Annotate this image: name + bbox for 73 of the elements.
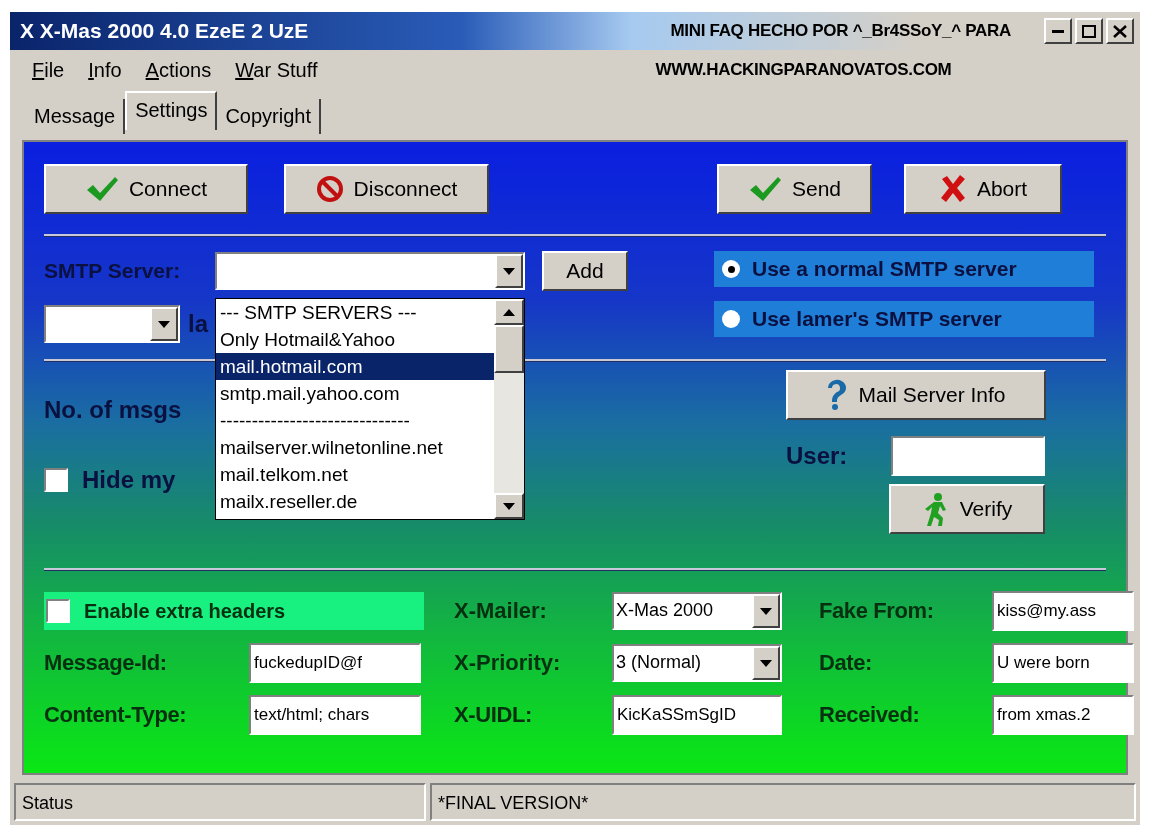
menu-item[interactable]: File [32,58,65,82]
radio-option[interactable]: Use lamer's SMTP server [714,301,1094,337]
scroll-up-icon [503,308,515,316]
header-combo[interactable]: 3 (Normal) [612,644,782,682]
user-label: User: [786,442,849,470]
list-item[interactable]: --- SMTP SERVERS --- [216,299,494,326]
maximize-button[interactable] [1075,18,1103,44]
dropdown-arrow-icon [503,502,515,510]
enable-headers-option[interactable]: Enable extra headers [44,592,424,630]
header-label: X-Mailer: [454,598,548,624]
header-field[interactable]: U were born [992,643,1134,683]
scrollbar[interactable] [494,299,524,519]
header-combo[interactable]: X-Mas 2000 [612,592,782,630]
user-field[interactable] [891,436,1045,476]
header-label: Content-Type: [44,702,188,728]
header-label: X-Priority: [454,650,562,676]
radio-button[interactable] [722,260,740,278]
field-label: la [188,310,208,338]
mail-server-info-button[interactable]: Mail Server Info [786,370,1046,420]
faq-note: WWW.HACKINGPARANOVATOS.COM [655,60,952,80]
question-mark-icon [826,379,849,411]
close-button[interactable] [1106,18,1134,44]
header-field[interactable]: text/html; chars [249,695,421,735]
window-title: X X-Mas 2000 4.0 EzeE 2 UzE [20,19,309,43]
close-icon [1113,24,1127,38]
list-item[interactable]: mail.hotmail.com [216,353,494,380]
smtp-server-label: SMTP Server: [44,259,182,283]
menu-item[interactable]: Actions [145,58,212,82]
header-label: Fake From: [819,598,935,624]
header-label: Message-Id: [44,650,168,676]
dropdown-arrow-icon [760,659,772,667]
header-field[interactable]: fuckedupID@f [249,643,421,683]
tab[interactable]: Message [26,99,126,134]
send-button[interactable]: Send [717,164,872,214]
combo-box[interactable] [44,305,180,343]
radio-option[interactable]: Use a normal SMTP server [714,251,1094,287]
minimize-icon [1052,29,1064,33]
header-label: Received: [819,702,921,728]
disconnect-button[interactable]: Disconnect [284,164,489,214]
menu-item[interactable]: War Stuff [235,58,318,82]
list-item[interactable]: mailx.reseller.de [216,488,494,515]
connect-button[interactable]: Connect [44,164,248,214]
menu-item[interactable]: Info [88,58,122,82]
header-label: Date: [819,650,873,676]
minimize-button[interactable] [1044,18,1072,44]
verify-button[interactable]: Verify [889,484,1045,534]
list-item[interactable]: Only Hotmail&Yahoo [216,326,494,353]
tab[interactable]: Copyright [217,99,322,134]
dropdown-arrow-icon [503,267,515,275]
add-button[interactable]: Add [542,251,628,291]
header-label: X-UIDL: [454,702,533,728]
list-item[interactable]: ------------------------------ [216,407,494,434]
header-field[interactable]: kiss@my.ass [992,591,1134,631]
radio-button[interactable] [722,310,740,328]
cross-icon [938,175,967,203]
dropdown-arrow-icon [760,607,772,615]
abort-button[interactable]: Abort [904,164,1062,214]
dropdown-arrow-icon [158,320,170,328]
list-item[interactable]: mail.telkom.net [216,461,494,488]
header-field[interactable]: from xmas.2 [992,695,1134,735]
faq-note: MINI FAQ HECHO POR ^_Br4SSoY_^ PARA [670,21,1011,41]
status-bar-cell: *FINAL VERSION* [430,783,1136,821]
status-bar-cell: Status [14,783,426,821]
list-item[interactable]: mailserver.wilnetonline.net [216,434,494,461]
header-field[interactable]: KicKaSSmSgID [612,695,782,735]
hide-option-label: Hide my [82,466,176,494]
list-item[interactable]: smtp.mail.yahoo.com [216,380,494,407]
checkbox[interactable] [44,468,68,492]
messages-label: No. of msgs [44,396,182,424]
checkbox[interactable] [46,599,70,623]
maximize-icon [1082,24,1096,38]
tab[interactable]: Settings [125,91,218,130]
prohibited-icon [315,175,344,203]
